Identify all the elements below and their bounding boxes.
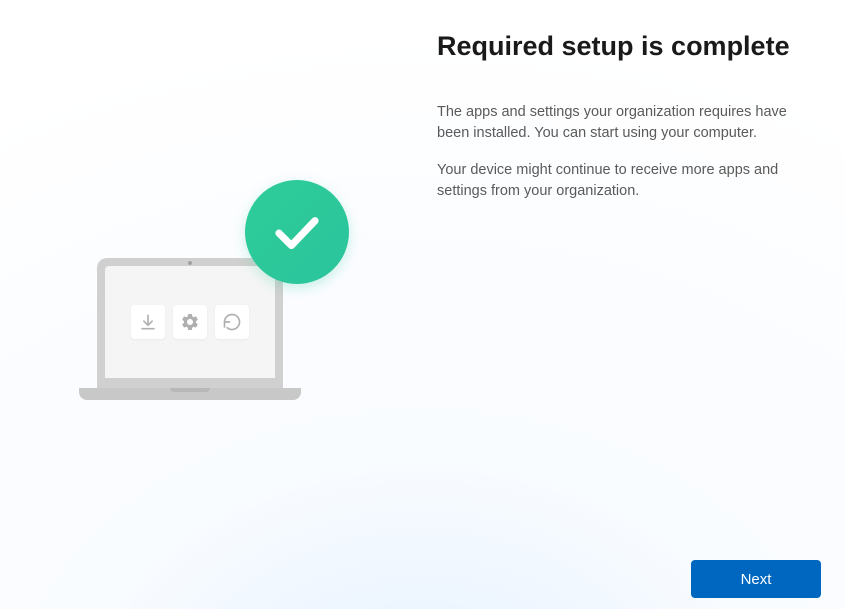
gear-icon — [173, 305, 207, 339]
laptop-screen — [105, 266, 275, 378]
refresh-icon — [215, 305, 249, 339]
body-paragraph-2: Your device might continue to receive mo… — [437, 160, 822, 202]
next-button[interactable]: Next — [691, 560, 821, 598]
laptop-camera-dot — [188, 261, 192, 265]
laptop-base — [79, 388, 301, 400]
laptop-illustration — [79, 200, 359, 400]
download-icon — [131, 305, 165, 339]
laptop-screen-bezel — [97, 258, 283, 388]
illustration-panel — [0, 0, 437, 609]
checkmark-badge — [245, 180, 349, 284]
content-panel: Required setup is complete The apps and … — [437, 0, 845, 609]
body-paragraph-1: The apps and settings your organization … — [437, 102, 822, 144]
page-heading: Required setup is complete — [437, 30, 825, 62]
